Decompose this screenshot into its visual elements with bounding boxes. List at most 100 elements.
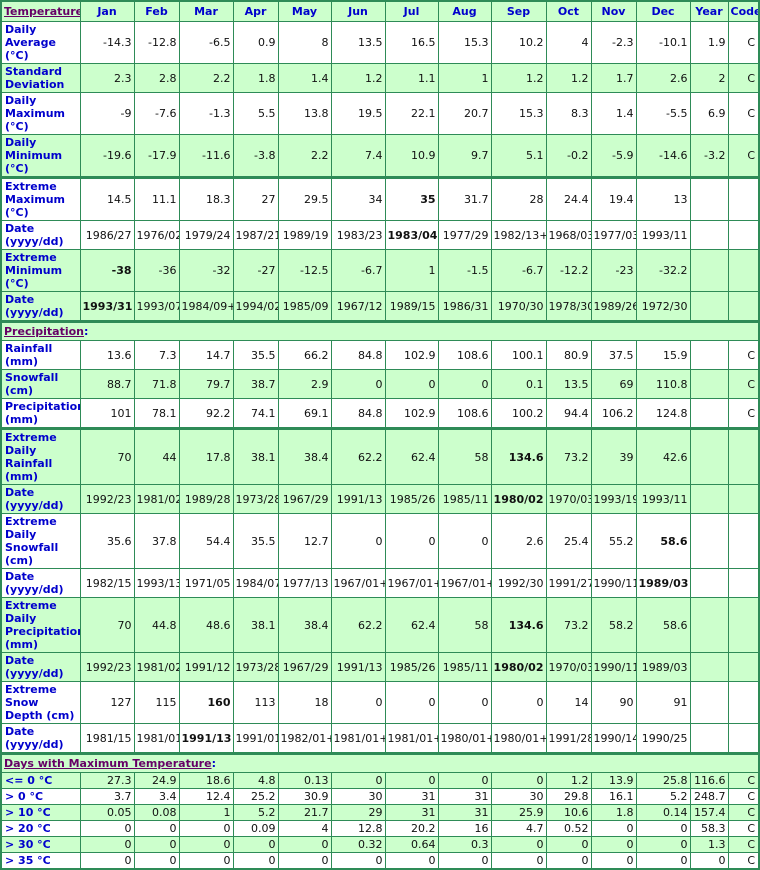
- value-cell: 3.7: [79, 788, 135, 805]
- row-label-extreme-maximum-c: Extreme Maximum (°C): [0, 176, 81, 221]
- table-row: Extreme Snow Depth (cm) 127 115 160 113 18 0 0 0…: [0, 681, 760, 724]
- value-cell: 1.4: [277, 63, 332, 93]
- value-cell: 1980/02: [490, 652, 547, 682]
- value-cell: 0: [437, 852, 492, 870]
- value-cell: 102.9: [384, 340, 439, 370]
- precipitation-section-link[interactable]: Precipitation: [4, 325, 84, 338]
- value-cell: 2.2: [178, 63, 234, 93]
- value-cell: -2.3: [590, 21, 637, 64]
- value-cell: 35.6: [79, 513, 135, 569]
- code-cell: C: [727, 134, 760, 178]
- value-cell: 1980/01+: [437, 723, 492, 754]
- value-cell: 108.6: [437, 398, 492, 429]
- month-header: Jun: [330, 0, 386, 22]
- value-cell: 30.9: [277, 788, 332, 805]
- value-cell: 10.6: [545, 804, 592, 821]
- value-cell: 1968/03: [545, 220, 592, 250]
- table-row: Extreme Daily Precipitation (mm) 70 44.8 48…: [0, 597, 760, 653]
- month-header: Apr: [232, 0, 279, 22]
- value-cell: 29.5: [277, 176, 332, 221]
- value-cell: 1979/24: [178, 220, 234, 250]
- value-cell: -32: [178, 249, 234, 292]
- value-cell: 1.8: [590, 804, 637, 821]
- table-row: Extreme Daily Rainfall (mm) 70 44 17.8 38.1 3…: [0, 427, 760, 485]
- value-cell: 1981/15: [79, 723, 135, 754]
- value-cell: 0: [437, 369, 492, 399]
- value-cell: 20.2: [384, 820, 439, 837]
- value-cell: 1981/01+: [330, 723, 386, 754]
- table-row: > 10 °C 0.05 0.08 1 5.2 21.7 29 31 31 25.9 10.6 1.8…: [0, 804, 760, 821]
- year-cell: -3.2: [689, 134, 729, 178]
- value-cell: 1993/19: [590, 484, 637, 514]
- month-header: May: [277, 0, 332, 22]
- value-cell: 44: [133, 427, 180, 485]
- value-cell: 78.1: [133, 398, 180, 429]
- value-cell: 80.9: [545, 340, 592, 370]
- table-row: Date (yyyy/dd) 1986/27 1976/02 1979/24 1987/…: [0, 220, 760, 250]
- value-cell: -12.8: [133, 21, 180, 64]
- value-cell: 1985/26: [384, 484, 439, 514]
- value-cell: 0: [232, 836, 279, 853]
- value-cell: 1.2: [490, 63, 547, 93]
- value-cell: -1.3: [178, 92, 234, 135]
- value-cell: 16.1: [590, 788, 637, 805]
- value-cell: 37.8: [133, 513, 180, 569]
- row-label-0-c: <= 0 °C: [0, 772, 81, 789]
- value-cell: 0.3: [437, 836, 492, 853]
- value-cell: 88.7: [79, 369, 135, 399]
- value-cell: 106.2: [590, 398, 637, 429]
- temperature-section-link[interactable]: Temperature: [4, 5, 79, 18]
- value-cell: 2.9: [277, 369, 332, 399]
- row-label-35-c: > 35 °C: [0, 852, 81, 870]
- code-cell: C: [727, 820, 760, 837]
- value-cell: -3.8: [232, 134, 279, 178]
- month-header: Mar: [178, 0, 234, 22]
- value-cell: 7.3: [133, 340, 180, 370]
- value-cell: 13: [635, 176, 691, 221]
- code-cell: C: [727, 836, 760, 853]
- value-cell: 0: [590, 852, 637, 870]
- value-cell: -1.5: [437, 249, 492, 292]
- value-cell: 0: [79, 852, 135, 870]
- value-cell: 1.2: [545, 772, 592, 789]
- value-cell: 0: [330, 369, 386, 399]
- month-header: Dec: [635, 0, 691, 22]
- value-cell: 24.9: [133, 772, 180, 789]
- value-cell: 69: [590, 369, 637, 399]
- value-cell: 0.09: [232, 820, 279, 837]
- value-cell: 0: [178, 852, 234, 870]
- code-header: Code: [727, 0, 760, 22]
- value-cell: 0.13: [277, 772, 332, 789]
- year-cell: [689, 220, 729, 250]
- days-max-temp-section-header: Days with Maximum Temperature:: [0, 752, 760, 773]
- value-cell: 25.4: [545, 513, 592, 569]
- days-max-temp-section-link[interactable]: Days with Maximum Temperature: [4, 757, 212, 770]
- value-cell: 17.8: [178, 427, 234, 485]
- value-cell: 134.6: [490, 597, 547, 653]
- value-cell: 1967/29: [277, 484, 332, 514]
- value-cell: 39: [590, 427, 637, 485]
- value-cell: -32.2: [635, 249, 691, 292]
- value-cell: 1973/28: [232, 652, 279, 682]
- code-cell: C: [727, 21, 760, 64]
- value-cell: 84.8: [330, 398, 386, 429]
- value-cell: 0.08: [133, 804, 180, 821]
- value-cell: 110.8: [635, 369, 691, 399]
- row-label-date-yyyy-dd: Date (yyyy/dd): [0, 220, 81, 250]
- value-cell: -0.2: [545, 134, 592, 178]
- value-cell: 70: [79, 427, 135, 485]
- value-cell: 1.8: [232, 63, 279, 93]
- value-cell: 1981/02: [133, 484, 180, 514]
- value-cell: 20.7: [437, 92, 492, 135]
- code-cell: [727, 597, 760, 653]
- value-cell: 4: [277, 820, 332, 837]
- value-cell: 1990/25: [635, 723, 691, 754]
- value-cell: 1981/01: [133, 723, 180, 754]
- value-cell: -12.2: [545, 249, 592, 292]
- value-cell: 92.2: [178, 398, 234, 429]
- value-cell: 14.7: [178, 340, 234, 370]
- value-cell: 27.3: [79, 772, 135, 789]
- value-cell: 0: [635, 836, 691, 853]
- value-cell: -14.6: [635, 134, 691, 178]
- row-label-20-c: > 20 °C: [0, 820, 81, 837]
